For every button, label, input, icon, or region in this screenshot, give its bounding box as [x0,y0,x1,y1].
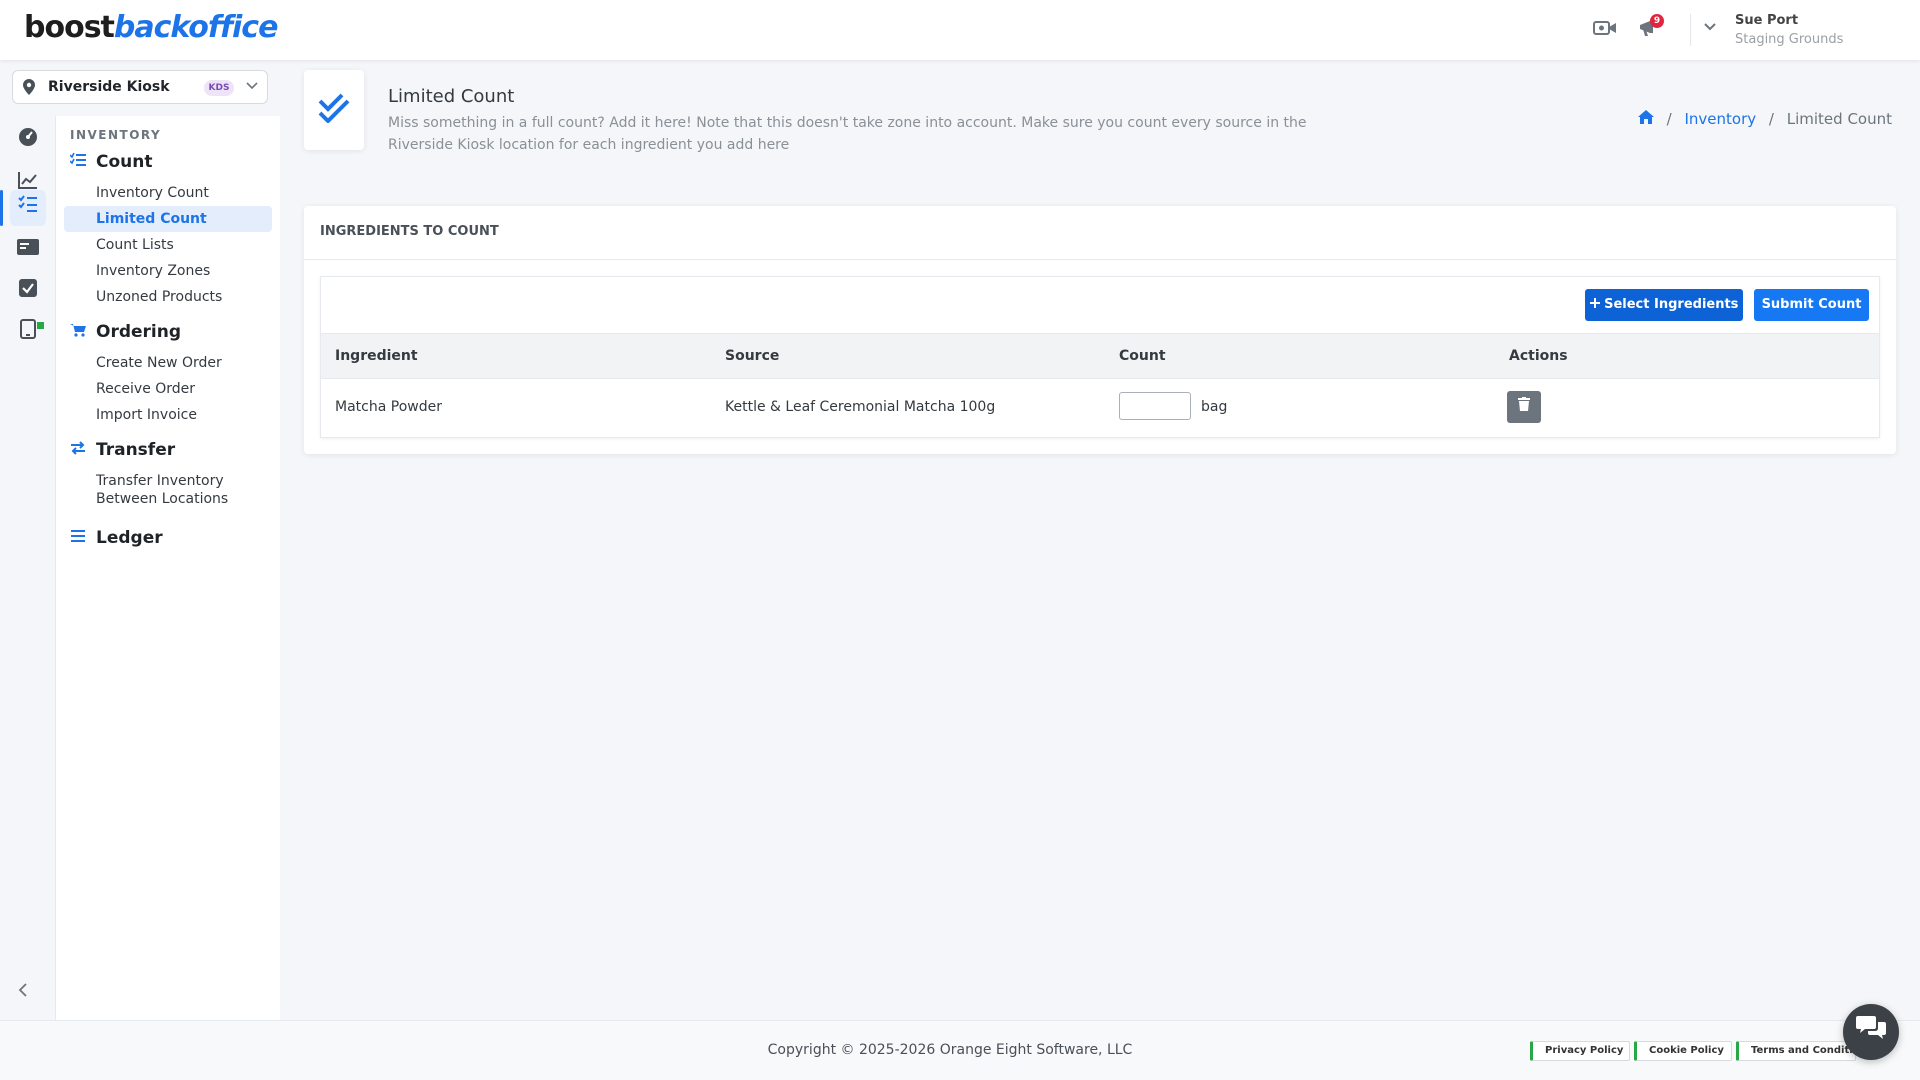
table-row: Matcha Powder Kettle & Leaf Ceremonial M… [321,379,1879,437]
submit-count-button[interactable]: Submit Count [1754,289,1869,321]
cookie-policy-link[interactable]: Cookie Policy [1634,1041,1732,1061]
double-check-icon [318,92,350,132]
select-ingredients-label: Select Ingredients [1604,297,1739,312]
menu-group-label: Count [96,152,153,172]
page-description: Miss something in a full count? Add it h… [388,115,1307,153]
menu-item-import-invoice[interactable]: Import Invoice [64,402,272,428]
menu-item-unzoned-products[interactable]: Unzoned Products [64,284,272,310]
page-icon-box [304,70,364,150]
chevron-down-icon[interactable] [1703,20,1717,36]
menu-item-count-lists[interactable]: Count Lists [64,232,272,258]
transfer-arrows-icon [70,441,90,459]
select-ingredients-button[interactable]: Select Ingredients [1585,289,1743,321]
breadcrumb-current: Limited Count [1786,110,1892,128]
menu-group-transfer[interactable]: Transfer [70,440,175,460]
chat-icon[interactable] [1843,1004,1899,1060]
header-divider [1690,14,1691,46]
ingredient-cell: Matcha Powder [335,399,442,415]
menu-group-label: Ordering [96,322,182,342]
trash-icon [1518,397,1530,415]
home-icon[interactable] [1637,110,1659,128]
card-header: INGREDIENTS TO COUNT [304,206,1896,260]
table-header: Ingredient Source Count Actions [321,333,1879,379]
icon-rail [0,116,56,1020]
plus-icon [1589,297,1605,312]
location-badge: KDS [204,80,234,96]
column-header-source: Source [725,348,780,364]
chevron-down-icon [246,79,258,93]
app-logo[interactable]: boostbackoffice [24,10,279,45]
side-menu: INVENTORY Count Inventory Count Limited … [56,116,280,1020]
tablet-icon[interactable] [10,316,46,352]
dashboard-icon[interactable] [10,124,46,160]
ingredients-card: INGREDIENTS TO COUNT Select Ingredients … [304,206,1896,454]
menu-group-ordering[interactable]: Ordering [70,322,181,342]
checklist-icon[interactable] [10,190,46,226]
menu-item-inventory-count[interactable]: Inventory Count [64,180,272,206]
card-title: INGREDIENTS TO COUNT [320,224,499,239]
delete-row-button[interactable] [1507,391,1541,423]
column-header-ingredient: Ingredient [335,348,418,364]
top-bar: boostbackoffice 9 Sue Port Staging Groun… [0,0,1920,60]
menu-group-ledger[interactable]: Ledger [70,528,163,548]
menu-group-count[interactable]: Count [69,152,153,172]
location-name: Riverside Kiosk [48,79,170,95]
menu-item-inventory-zones[interactable]: Inventory Zones [64,258,272,284]
privacy-policy-link[interactable]: Privacy Policy [1530,1041,1630,1061]
menu-group-label: Ledger [96,528,163,548]
terms-link[interactable]: Terms and Conditions [1736,1041,1856,1061]
logo-backoffice: backoffice [113,10,279,45]
source-cell: Kettle & Leaf Ceremonial Matcha 100g [725,399,996,415]
menu-group-label: Transfer [96,440,176,460]
breadcrumb-separator: / [1768,110,1774,128]
section-label: INVENTORY [70,128,162,142]
unit-label: bag [1201,399,1228,415]
video-camera-icon[interactable] [1592,18,1618,42]
map-pin-icon [23,79,35,99]
column-header-count: Count [1119,348,1166,364]
page-title: Limited Count [388,86,515,107]
list-icon [70,529,90,547]
id-card-icon[interactable] [10,232,46,268]
menu-item-create-new-order[interactable]: Create New Order [64,350,272,376]
menu-item-transfer-inventory[interactable]: Transfer Inventory Between Locations [64,470,272,508]
breadcrumb: / Inventory / Limited Count [1637,110,1892,128]
location-selector[interactable]: Riverside Kiosk KDS [12,70,268,104]
count-input[interactable] [1119,392,1191,420]
column-header-actions: Actions [1509,348,1568,364]
menu-item-limited-count[interactable]: Limited Count [64,206,272,232]
breadcrumb-separator: / [1666,110,1672,128]
notification-badge: 9 [1650,14,1664,28]
logo-boost: boost [24,10,115,45]
collapse-sidebar-icon[interactable] [18,982,28,1001]
list-check-icon [69,152,90,171]
user-name[interactable]: Sue Port [1735,13,1798,28]
user-organization: Staging Grounds [1735,32,1844,47]
megaphone-icon[interactable]: 9 [1636,14,1664,42]
menu-item-receive-order[interactable]: Receive Order [64,376,272,402]
task-check-icon[interactable] [10,274,46,310]
rail-active-indicator [0,190,3,226]
breadcrumb-inventory[interactable]: Inventory [1684,110,1756,128]
ingredients-table-panel: Select Ingredients Submit Count Ingredie… [320,276,1880,438]
footer: Copyright © 2025-2026 Orange Eight Softw… [0,1020,1920,1080]
shopping-cart-icon [70,323,90,341]
